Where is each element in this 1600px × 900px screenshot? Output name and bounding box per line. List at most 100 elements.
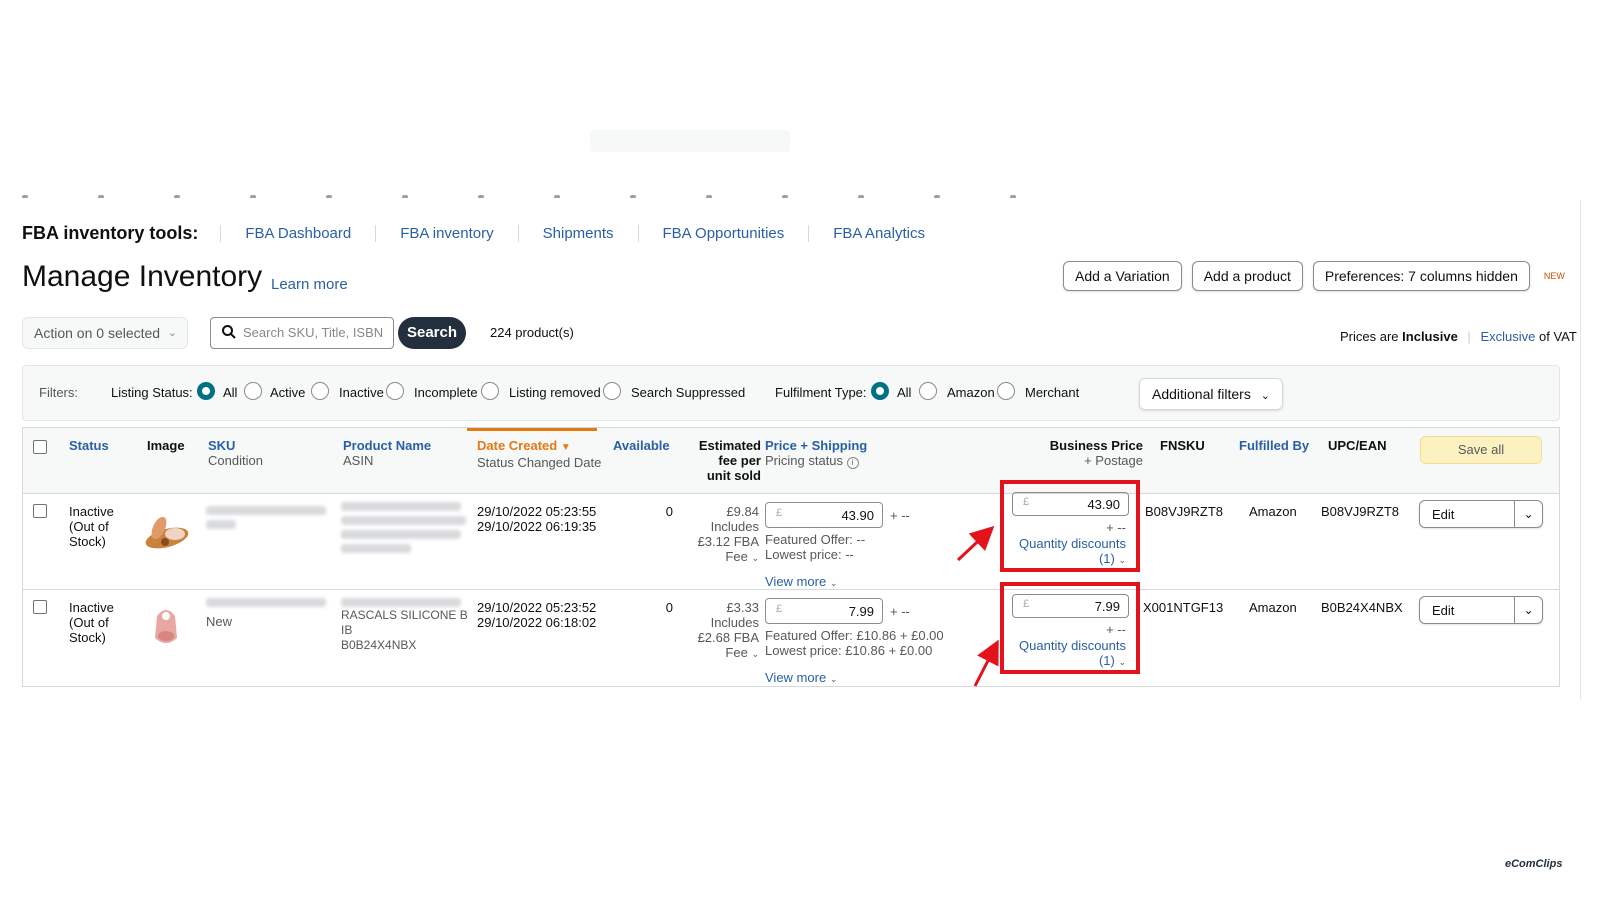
quantity-discounts-link[interactable]: Quantity discounts (1) ⌄: [1019, 536, 1126, 568]
row-fnsku: X001NTGF13: [1143, 600, 1224, 615]
radio-listing-inactive[interactable]: [311, 382, 329, 400]
vat-suffix: of VAT: [1538, 329, 1577, 344]
col-price-shipping[interactable]: Price + Shipping Pricing status i: [765, 438, 867, 469]
sort-desc-icon: ▼: [560, 442, 571, 453]
product-count: 224 product(s): [490, 325, 574, 340]
listing-status-label: Listing Status:: [111, 385, 193, 400]
row-upc: B08VJ9RZT8: [1321, 504, 1400, 519]
new-badge: NEW: [1543, 271, 1565, 281]
radio-listing-active[interactable]: [244, 382, 262, 400]
additional-filters-label: Additional filters: [1152, 386, 1251, 402]
featured-offer: Featured Offer: £10.86 + £0.00 Lowest pri…: [765, 628, 944, 658]
bulk-action-dropdown[interactable]: Action on 0 selected ⌄: [22, 317, 188, 349]
view-more-link[interactable]: View more ⌄: [765, 670, 837, 687]
save-all-button[interactable]: Save all: [1420, 436, 1542, 464]
col-image: Image: [147, 438, 185, 453]
add-product-button[interactable]: Add a product: [1191, 261, 1303, 291]
fba-tools-nav: FBA inventory tools: FBA Dashboard FBA i…: [22, 223, 949, 244]
col-upc-ean: UPC/EAN: [1328, 438, 1387, 453]
product-image[interactable]: [135, 508, 197, 559]
chevron-down-icon[interactable]: ⌄: [1514, 597, 1542, 623]
add-variation-button[interactable]: Add a Variation: [1063, 261, 1182, 291]
filters-label: Filters:: [39, 385, 78, 400]
shipping-value: + --: [890, 508, 910, 523]
search-button[interactable]: Search: [398, 317, 466, 349]
postage-value: + --: [1106, 520, 1126, 535]
learn-more-link[interactable]: Learn more: [271, 276, 348, 293]
col-estimated-fee: Estimated fee per unit sold: [698, 438, 761, 483]
col-fulfilled-by[interactable]: Fulfilled By: [1239, 438, 1309, 453]
search-icon: [221, 324, 237, 343]
row-condition: New: [206, 614, 233, 629]
table-header: Status Image SKU Condition Product Name AS…: [23, 428, 1559, 494]
manage-inventory-page: FBA inventory tools: FBA Dashboard FBA i…: [0, 195, 1580, 700]
faded-header-area: [0, 0, 1600, 198]
chevron-down-icon[interactable]: ⌄: [1514, 501, 1542, 527]
select-all-checkbox[interactable]: [33, 440, 47, 454]
fulfilment-type-label: Fulfilment Type:: [775, 385, 867, 400]
radio-fulfilment-all[interactable]: [871, 382, 889, 400]
listing-all-label: All: [223, 385, 238, 400]
nav-fba-opportunities[interactable]: FBA Opportunities: [637, 225, 809, 242]
table-row: Inactive (Out of Stock) New RASCALS SILICO…: [23, 582, 1559, 687]
row-status: Inactive (Out of Stock): [69, 600, 114, 645]
row-fee[interactable]: £9.84 Includes £3.12 FBA Fee ⌄: [679, 504, 759, 566]
bulk-action-label: Action on 0 selected: [34, 325, 161, 341]
row-fulfilled-by: Amazon: [1249, 600, 1297, 615]
row-status: Inactive (Out of Stock): [69, 504, 114, 549]
chevron-down-icon: ⌄: [751, 649, 759, 659]
chevron-down-icon: ⌄: [1118, 555, 1126, 565]
preferences-button[interactable]: Preferences: 7 columns hidden: [1312, 261, 1530, 291]
price-input[interactable]: £7.99: [765, 598, 883, 624]
chevron-down-icon: ⌄: [167, 327, 177, 339]
edit-button[interactable]: Edit ⌄: [1419, 596, 1543, 624]
vat-inclusive-option[interactable]: Inclusive: [1402, 329, 1458, 344]
business-price-input[interactable]: £43.90: [1012, 492, 1129, 516]
page-edge: [1580, 200, 1590, 700]
radio-fulfilment-amazon[interactable]: [919, 382, 937, 400]
fulfilment-all-label: All: [897, 385, 912, 400]
chevron-down-icon: ⌄: [829, 674, 838, 684]
info-icon[interactable]: i: [846, 457, 859, 469]
vat-toggle: Prices are Inclusive | Exclusive of VAT: [1340, 329, 1577, 344]
fba-tools-title: FBA inventory tools:: [22, 223, 199, 243]
row-checkbox[interactable]: [33, 600, 47, 614]
faded-element: [590, 130, 790, 152]
row-checkbox[interactable]: [33, 504, 47, 518]
additional-filters-button[interactable]: Additional filters ⌄: [1139, 378, 1283, 410]
view-more-link[interactable]: View more ⌄: [765, 574, 837, 591]
chevron-down-icon: ⌄: [1118, 657, 1126, 667]
col-available[interactable]: Available: [613, 438, 670, 453]
radio-search-suppressed[interactable]: [603, 382, 621, 400]
sort-indicator: [467, 428, 597, 431]
col-status[interactable]: Status: [69, 438, 109, 453]
nav-fba-inventory[interactable]: FBA inventory: [375, 225, 517, 242]
quantity-discounts-link[interactable]: Quantity discounts (1) ⌄: [1019, 638, 1126, 670]
edit-button[interactable]: Edit ⌄: [1419, 500, 1543, 528]
row-dates: 29/10/2022 05:23:55 29/10/2022 06:19:35: [477, 504, 597, 534]
chevron-down-icon: ⌄: [829, 578, 838, 588]
fulfilment-amazon-label: Amazon: [947, 385, 995, 400]
row-upc: B0B24X4NBX: [1321, 600, 1403, 615]
col-sku[interactable]: SKU Condition: [208, 438, 263, 468]
shipping-value: + --: [890, 604, 910, 619]
col-date-created[interactable]: Date Created ▼ Status Changed Date: [477, 438, 601, 470]
search-input[interactable]: Search SKU, Title, ISBN: [210, 317, 394, 349]
nav-fba-analytics[interactable]: FBA Analytics: [808, 225, 949, 242]
row-product-name[interactable]: RASCALS SILICONE B IB B0B24X4NBX: [341, 608, 468, 653]
col-product-name[interactable]: Product Name ASIN: [343, 438, 431, 468]
nav-fba-dashboard[interactable]: FBA Dashboard: [220, 225, 375, 242]
product-image[interactable]: [143, 602, 189, 653]
radio-listing-all[interactable]: [197, 382, 215, 400]
nav-shipments[interactable]: Shipments: [517, 225, 638, 242]
row-fee[interactable]: £3.33 Includes £2.68 FBA Fee ⌄: [679, 600, 759, 662]
col-fnsku: FNSKU: [1160, 438, 1205, 453]
vat-exclusive-option[interactable]: Exclusive: [1480, 329, 1535, 344]
radio-listing-removed[interactable]: [481, 382, 499, 400]
radio-listing-incomplete[interactable]: [386, 382, 404, 400]
price-input[interactable]: £43.90: [765, 502, 883, 528]
business-price-input[interactable]: £7.99: [1012, 594, 1129, 618]
fulfilment-merchant-label: Merchant: [1025, 385, 1080, 400]
radio-fulfilment-merchant[interactable]: [997, 382, 1015, 400]
vat-prefix: Prices are: [1340, 329, 1399, 344]
